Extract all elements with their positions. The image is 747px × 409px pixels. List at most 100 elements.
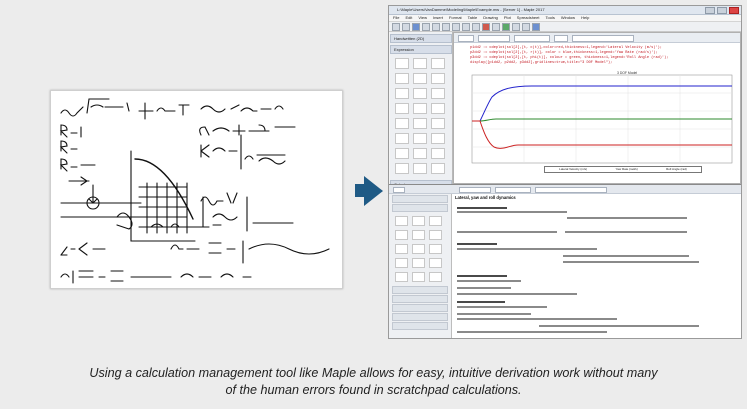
palette-cell[interactable]: [431, 58, 445, 69]
palette-cell[interactable]: [395, 258, 408, 268]
menu-insert[interactable]: Insert: [433, 15, 443, 21]
equation-line: [457, 243, 497, 245]
palette-cell[interactable]: [413, 163, 427, 174]
maximize-button[interactable]: [717, 7, 727, 14]
palette-cell[interactable]: [412, 258, 425, 268]
menu-edit[interactable]: Edit: [405, 15, 412, 21]
palette-cell[interactable]: [395, 244, 408, 254]
maple-app-window: L:\Maple\Users\VanDamme\Modeling\Maple\E…: [388, 5, 742, 339]
close-button[interactable]: [729, 7, 739, 14]
palette-section[interactable]: [392, 204, 448, 212]
palette-cell[interactable]: [413, 148, 427, 159]
paste-icon[interactable]: [452, 22, 460, 31]
menu-drawing[interactable]: Drawing: [483, 15, 498, 21]
palette-cell[interactable]: [429, 272, 442, 282]
minimize-button[interactable]: [705, 7, 715, 14]
palette-cell[interactable]: [413, 73, 427, 84]
print-icon[interactable]: [422, 22, 430, 31]
mode-selector[interactable]: [458, 35, 474, 42]
palette-cell[interactable]: [413, 58, 427, 69]
palette-cell[interactable]: [431, 163, 445, 174]
menu-file[interactable]: File: [393, 15, 399, 21]
palette-cell[interactable]: [431, 73, 445, 84]
palette-cell[interactable]: [395, 58, 409, 69]
menu-format[interactable]: Format: [449, 15, 462, 21]
help-icon[interactable]: [532, 22, 540, 31]
palette-section[interactable]: [392, 286, 448, 294]
math-mode-icon[interactable]: [492, 22, 500, 31]
execute-all-icon[interactable]: [512, 22, 520, 31]
palette-cell[interactable]: [395, 163, 409, 174]
equation-line: [457, 331, 607, 333]
text-mode-icon[interactable]: [482, 22, 490, 31]
palette-cell[interactable]: [412, 230, 425, 240]
style-dropdown[interactable]: [478, 35, 510, 42]
menu-tools[interactable]: Tools: [545, 15, 554, 21]
style-dropdown-2[interactable]: [459, 187, 491, 193]
dof-model-plot[interactable]: [462, 73, 734, 165]
font-dropdown-2[interactable]: [495, 187, 531, 193]
mode-selector-2[interactable]: [393, 187, 405, 193]
palette-cell[interactable]: [431, 118, 445, 129]
menu-help[interactable]: Help: [581, 15, 589, 21]
palette-cell[interactable]: [431, 148, 445, 159]
palette-section[interactable]: [392, 195, 448, 203]
worksheet-derivation-document: Lateral, yaw and roll dynamics: [389, 184, 741, 338]
palette-cell[interactable]: [429, 216, 442, 226]
redo-icon[interactable]: [472, 22, 480, 31]
window-controls: [705, 7, 739, 14]
cut-icon[interactable]: [432, 22, 440, 31]
format-buttons-2[interactable]: [535, 187, 607, 193]
copy-icon[interactable]: [442, 22, 450, 31]
palette-cell[interactable]: [412, 244, 425, 254]
menu-plot[interactable]: Plot: [504, 15, 511, 21]
font-size-dropdown[interactable]: [554, 35, 568, 42]
palette-cell[interactable]: [413, 133, 427, 144]
menu-window[interactable]: Window: [561, 15, 575, 21]
palette-section[interactable]: [392, 304, 448, 312]
palette-panel-2: [389, 194, 452, 338]
caption-line-2: of the human errors found in scratchpad …: [225, 383, 522, 397]
palette-cell[interactable]: [413, 118, 427, 129]
palette-cell[interactable]: [413, 103, 427, 114]
code-line-5: display([p1dd2, p2dd2, p3dd2],gridlines=…: [470, 61, 613, 65]
stop-icon[interactable]: [522, 22, 530, 31]
palette-cell[interactable]: [431, 103, 445, 114]
open-icon[interactable]: [402, 22, 410, 31]
palette-cell[interactable]: [431, 133, 445, 144]
palette-cell[interactable]: [395, 73, 409, 84]
section-title[interactable]: Lateral, yaw and roll dynamics: [455, 195, 516, 200]
palette-cell[interactable]: [412, 272, 425, 282]
palette-cell[interactable]: [413, 88, 427, 99]
palette-cell[interactable]: [395, 216, 408, 226]
palette-cell[interactable]: [429, 230, 442, 240]
palette-cell[interactable]: [412, 216, 425, 226]
palette-section[interactable]: [392, 295, 448, 303]
palette-expression-header[interactable]: Expression: [390, 45, 452, 54]
palette-section[interactable]: [392, 313, 448, 321]
palette-cell[interactable]: [429, 258, 442, 268]
execute-icon[interactable]: [502, 22, 510, 31]
palette-cell[interactable]: [395, 272, 408, 282]
palette-handwritten-header[interactable]: Handwritten (2D): [390, 34, 452, 43]
menu-table[interactable]: Table: [468, 15, 478, 21]
menu-view[interactable]: View: [418, 15, 427, 21]
format-buttons[interactable]: [572, 35, 634, 42]
undo-icon[interactable]: [462, 22, 470, 31]
save-icon[interactable]: [412, 22, 420, 31]
equation-line: [457, 280, 521, 282]
palette-cell[interactable]: [395, 88, 409, 99]
palette-cell[interactable]: [395, 133, 409, 144]
palette-cell[interactable]: [395, 148, 409, 159]
palette-cell[interactable]: [431, 88, 445, 99]
maple-code-block[interactable]: p1dd2 := odeplot(sol[2],[t, c(t)],color=…: [470, 46, 668, 66]
palette-section[interactable]: [392, 322, 448, 330]
palette-cell[interactable]: [429, 244, 442, 254]
palette-cell[interactable]: [395, 230, 408, 240]
plot-legend: Lateral Velocity (m/s) Yaw Rate (rad/s) …: [544, 166, 702, 173]
palette-cell[interactable]: [395, 118, 409, 129]
palette-cell[interactable]: [395, 103, 409, 114]
font-dropdown[interactable]: [514, 35, 550, 42]
new-document-icon[interactable]: [392, 22, 400, 31]
menu-spreadsheet[interactable]: Spreadsheet: [517, 15, 540, 21]
